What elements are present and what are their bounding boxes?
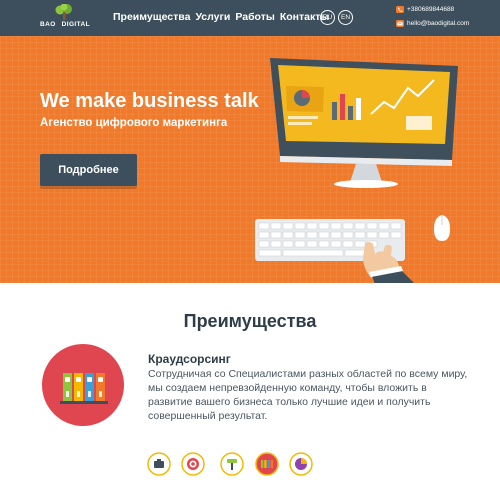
site-header: BAO DIGITAL Преимущества Услуги Работы Ко… — [0, 0, 500, 36]
hero-title: We make business talk — [40, 90, 259, 112]
phone-number: +380689844688 — [407, 6, 455, 13]
nav-item-services[interactable]: Услуги — [195, 11, 230, 23]
lang-ru-button[interactable]: RU — [320, 10, 335, 25]
paint-roller-icon[interactable] — [220, 452, 244, 476]
target-icon[interactable] — [181, 452, 205, 476]
briefcase-icon[interactable] — [147, 452, 171, 476]
feature-description: Сотрудничая со Специалистами разных обла… — [148, 368, 468, 422]
mouse-illustration-icon — [434, 215, 450, 241]
monitor-illustration-icon — [270, 58, 458, 188]
logo-text: BAO DIGITAL — [40, 21, 100, 28]
nav-item-works[interactable]: Работы — [235, 11, 274, 23]
lang-en-button[interactable]: EN — [338, 10, 353, 25]
hero-banner: We make business talk Агенство цифрового… — [0, 36, 500, 283]
contact-phone[interactable]: +380689844688 — [396, 6, 454, 13]
tree-logo-icon — [55, 4, 72, 20]
envelope-icon — [396, 20, 404, 27]
binders-small-icon[interactable] — [255, 452, 279, 476]
email-address: hello@baodigital.com — [407, 20, 470, 27]
more-button[interactable]: Подробнее — [40, 154, 137, 186]
hand-illustration-icon — [363, 242, 414, 283]
phone-icon — [396, 6, 404, 13]
logo[interactable]: BAO DIGITAL — [40, 4, 92, 32]
advantages-title: Преимущества — [183, 311, 317, 331]
binders-icon — [42, 344, 124, 426]
logo-text-bao: BAO — [40, 21, 56, 28]
main-nav: Преимущества Услуги Работы Контакты — [113, 11, 334, 23]
contact-email[interactable]: hello@baodigital.com — [396, 20, 469, 27]
logo-text-digital: DIGITAL — [61, 21, 90, 28]
feature-title: Краудсорсинг — [148, 352, 231, 366]
hero-subtitle: Агенство цифрового маркетинга — [40, 117, 228, 129]
nav-item-advantages[interactable]: Преимущества — [113, 11, 190, 23]
pie-chart-icon[interactable] — [289, 452, 313, 476]
